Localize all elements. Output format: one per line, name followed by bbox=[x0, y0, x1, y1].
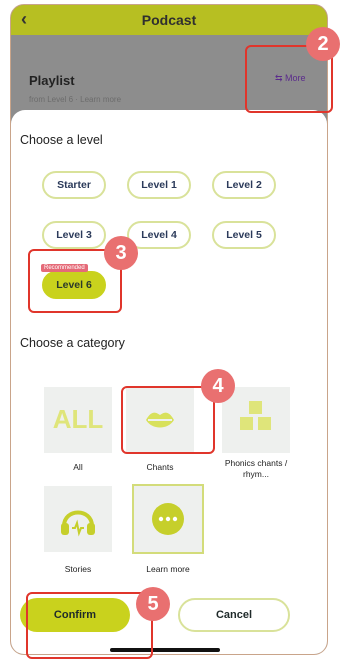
page-title: Podcast bbox=[141, 12, 197, 28]
category-all-label: All bbox=[73, 462, 83, 472]
category-phonics-label: Phonics chants / rhym... bbox=[224, 458, 288, 479]
category-section-title: Choose a category bbox=[20, 336, 125, 350]
cancel-button[interactable]: Cancel bbox=[178, 598, 290, 632]
callout-box-confirm bbox=[26, 592, 153, 659]
level-3-button[interactable]: Level 3 bbox=[42, 221, 106, 249]
category-chants-label: Chants bbox=[146, 462, 174, 472]
level-starter-button[interactable]: Starter bbox=[42, 171, 106, 199]
all-text-icon: ALL bbox=[52, 404, 104, 434]
category-stories-label: Stories bbox=[64, 564, 92, 574]
level-2-button[interactable]: Level 2 bbox=[212, 171, 276, 199]
category-all-tile[interactable]: ALL bbox=[44, 387, 112, 453]
callout-badge-2: 2 bbox=[306, 27, 340, 61]
headphones-icon bbox=[61, 510, 95, 537]
callout-badge-5: 5 bbox=[136, 587, 170, 621]
category-learn-more-tile[interactable] bbox=[132, 484, 204, 554]
level-5-button[interactable]: Level 5 bbox=[212, 221, 276, 249]
level-section-title: Choose a level bbox=[20, 133, 103, 147]
callout-box-chants bbox=[121, 386, 215, 454]
header-bar: ‹ Podcast bbox=[11, 5, 327, 35]
playlist-title: Playlist bbox=[29, 73, 75, 88]
abc-blocks-icon bbox=[240, 401, 271, 430]
callout-badge-4: 4 bbox=[201, 369, 235, 403]
level-4-button[interactable]: Level 4 bbox=[127, 221, 191, 249]
category-stories-tile[interactable] bbox=[44, 486, 112, 552]
category-phonics-tile[interactable] bbox=[222, 387, 290, 453]
playlist-subtitle: from Level 6 · Learn more bbox=[29, 95, 122, 104]
callout-badge-3: 3 bbox=[104, 236, 138, 270]
category-learn-more-label: Learn more bbox=[146, 564, 190, 574]
ellipsis-icon bbox=[152, 503, 184, 535]
level-1-button[interactable]: Level 1 bbox=[127, 171, 191, 199]
